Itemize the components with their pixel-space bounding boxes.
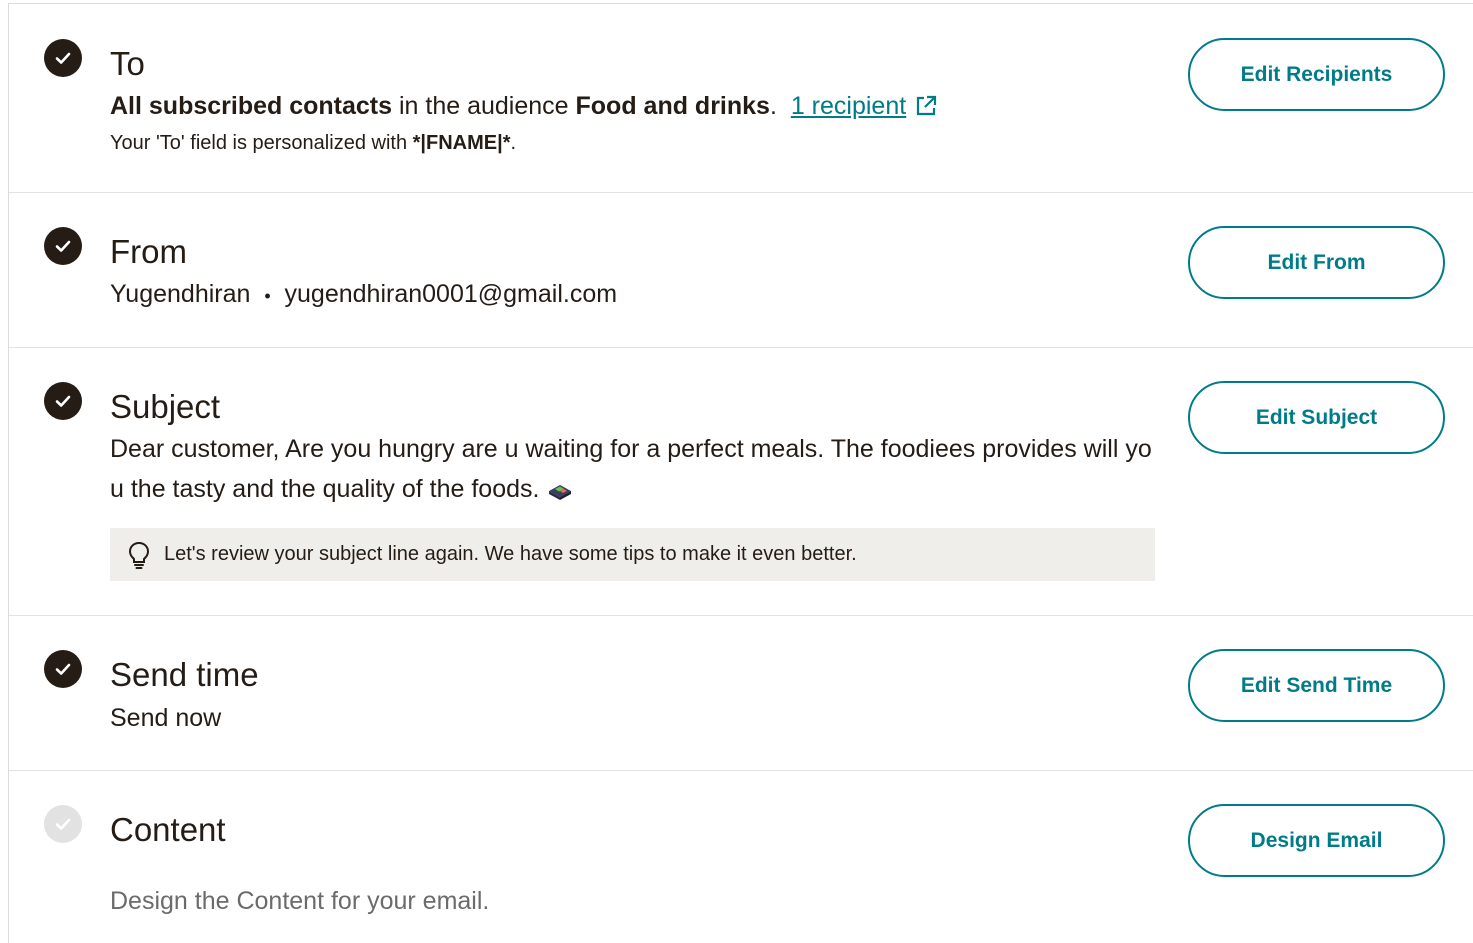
send-time-title: Send time (110, 656, 259, 693)
content-title: Content (110, 811, 226, 848)
from-details: Yugendhiran • yugendhiran0001@gmail.com (110, 274, 617, 314)
lightbulb-icon (128, 541, 150, 569)
edit-from-button[interactable]: Edit From (1188, 226, 1445, 299)
edit-recipients-button[interactable]: Edit Recipients (1188, 38, 1445, 111)
check-circle-icon (44, 805, 82, 843)
recipients-segment: All subscribed contacts (110, 92, 393, 120)
recipients-link-text[interactable]: 1 recipient (791, 86, 906, 126)
from-section: From Yugendhiran • yugendhiran0001@gmail… (9, 193, 1473, 348)
recipients-link[interactable]: 1 recipient (791, 86, 938, 126)
subject-line-text: Dear customer, Are you hungry are u wait… (110, 429, 1160, 509)
design-email-button[interactable]: Design Email (1188, 804, 1445, 877)
subject-title: Subject (110, 388, 221, 425)
check-circle-icon (44, 382, 82, 420)
to-title: To (110, 45, 145, 82)
check-circle-icon (44, 227, 82, 265)
audience-prefix: in the audience (392, 92, 576, 120)
subject-tip-banner: Let's review your subject line again. We… (110, 528, 1155, 581)
edit-subject-button[interactable]: Edit Subject (1188, 381, 1445, 454)
separator-dot: • (264, 286, 271, 306)
edit-send-time-button[interactable]: Edit Send Time (1188, 649, 1445, 722)
from-title: From (110, 233, 187, 270)
audience-name: Food and drinks (575, 92, 770, 120)
subject-text: Dear customer, Are you hungry are u wait… (110, 435, 1152, 503)
campaign-checklist: To All subscribed contacts in the audien… (8, 3, 1473, 943)
content-description: Design the Content for your email. (110, 887, 490, 915)
to-personalization-note: Your 'To' field is personalized with *|F… (110, 127, 516, 159)
tip-text: Let's review your subject line again. We… (164, 543, 857, 565)
content-section: Content Design the Content for your emai… (9, 771, 1473, 941)
merge-tag: *|FNAME|* (412, 132, 511, 154)
external-link-icon[interactable] (914, 94, 938, 118)
personalization-suffix: . (510, 132, 517, 154)
bento-emoji-icon (549, 485, 572, 501)
period: . (769, 92, 777, 120)
from-email: yugendhiran0001@gmail.com (284, 280, 618, 308)
to-section: To All subscribed contacts in the audien… (9, 4, 1473, 193)
check-circle-icon (44, 39, 82, 77)
send-time-section: Send time Send now Edit Send Time (9, 616, 1473, 771)
send-time-value: Send now (110, 704, 222, 732)
from-name: Yugendhiran (110, 280, 251, 308)
to-recipients-line: All subscribed contacts in the audience … (110, 86, 938, 126)
check-circle-icon (44, 650, 82, 688)
personalization-prefix: Your 'To' field is personalized with (110, 132, 413, 154)
